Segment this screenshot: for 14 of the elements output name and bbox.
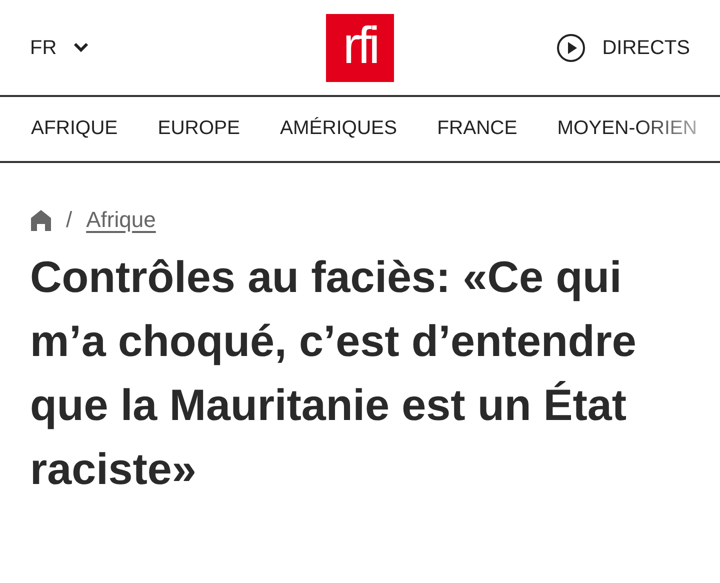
nav-link[interactable]: MOYEN-ORIEN [557,114,698,144]
live-link[interactable]: DIRECTS [602,32,690,62]
breadcrumb-separator: / [66,206,72,234]
breadcrumb-link[interactable]: Afrique [86,203,156,236]
nav-link[interactable]: AFRIQUE [31,114,118,144]
nav-link[interactable]: FRANCE [437,114,518,144]
home-icon[interactable] [30,208,52,230]
logo[interactable]: rfi [326,14,394,82]
chevron-down-icon[interactable] [72,42,89,53]
language-selector[interactable]: FR [30,32,57,62]
nav-link[interactable]: EUROPE [158,114,240,144]
article-headline: Contrôles au faciès: «Ce qui m’a choqué, c’est d’entendre que la Mauritanie est un État raciste» [29,252,638,496]
nav-link[interactable]: AMÉRIQUES [280,114,398,144]
play-icon[interactable] [556,32,586,62]
